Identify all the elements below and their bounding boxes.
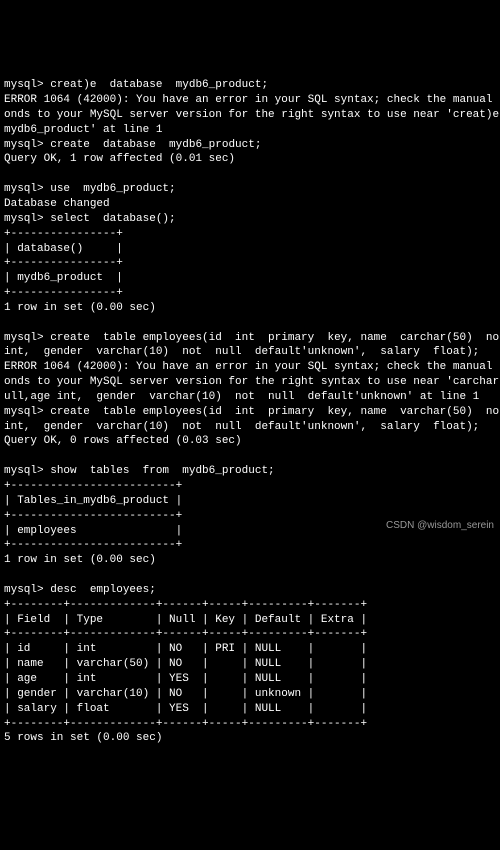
table-border: +----------------+	[4, 287, 123, 299]
result-line: Query OK, 0 rows affected (0.03 sec)	[4, 435, 242, 447]
table-header: | Tables_in_mydb6_product |	[4, 495, 182, 507]
error-line: ERROR 1064 (42000): You have an error in…	[4, 361, 500, 373]
table-row: | salary | float | YES | | NULL | |	[4, 703, 367, 715]
prompt: mysql>	[4, 79, 44, 91]
prompt: mysql>	[4, 584, 44, 596]
table-row: | age | int | YES | | NULL | |	[4, 673, 367, 685]
table-row: | gender | varchar(10) | NO | | unknown …	[4, 688, 367, 700]
table-row: | name | varchar(50) | NO | | NULL | |	[4, 658, 367, 670]
error-line: onds to your MySQL server version for th…	[4, 109, 500, 121]
command: creat)e database mydb6_product;	[50, 79, 268, 91]
result-line: 5 rows in set (0.00 sec)	[4, 732, 162, 744]
table-border: +--------+-------------+------+-----+---…	[4, 599, 367, 611]
table-border: +-------------------------+	[4, 510, 182, 522]
watermark: CSDN @wisdom_serein	[386, 519, 494, 533]
table-border: +--------+-------------+------+-----+---…	[4, 628, 367, 640]
error-line: ERROR 1064 (42000): You have an error in…	[4, 94, 500, 106]
result-line: Query OK, 1 row affected (0.01 sec)	[4, 153, 235, 165]
result-line: 1 row in set (0.00 sec)	[4, 302, 156, 314]
prompt: mysql>	[4, 139, 44, 151]
table-header: | database() |	[4, 243, 123, 255]
table-row: | id | int | NO | PRI | NULL | |	[4, 643, 367, 655]
prompt: mysql>	[4, 183, 44, 195]
command: desc employees;	[50, 584, 156, 596]
command: show tables from mydb6_product;	[50, 465, 274, 477]
table-header: | Field | Type | Null | Key | Default | …	[4, 614, 367, 626]
error-line: onds to your MySQL server version for th…	[4, 376, 500, 388]
prompt: mysql>	[4, 406, 44, 418]
error-line: ull,age int, gender varchar(10) not null…	[4, 391, 479, 403]
command: create database mydb6_product;	[50, 139, 261, 151]
command: select database();	[50, 213, 175, 225]
table-border: +----------------+	[4, 228, 123, 240]
command-cont: int, gender varchar(10) not null default…	[4, 346, 479, 358]
table-border: +----------------+	[4, 257, 123, 269]
result-line: 1 row in set (0.00 sec)	[4, 554, 156, 566]
result-line: Database changed	[4, 198, 110, 210]
table-row: | mydb6_product |	[4, 272, 123, 284]
table-border: +-------------------------+	[4, 539, 182, 551]
command: create table employees(id int primary ke…	[50, 332, 500, 344]
table-border: +--------+-------------+------+-----+---…	[4, 718, 367, 730]
command: use mydb6_product;	[50, 183, 175, 195]
prompt: mysql>	[4, 332, 44, 344]
table-row: | employees |	[4, 525, 182, 537]
command-cont: int, gender varchar(10) not null default…	[4, 421, 479, 433]
prompt: mysql>	[4, 213, 44, 225]
error-line: mydb6_product' at line 1	[4, 124, 162, 136]
prompt: mysql>	[4, 465, 44, 477]
table-border: +-------------------------+	[4, 480, 182, 492]
terminal-output: mysql> creat)e database mydb6_product; E…	[4, 63, 496, 746]
command: create table employees(id int primary ke…	[50, 406, 500, 418]
